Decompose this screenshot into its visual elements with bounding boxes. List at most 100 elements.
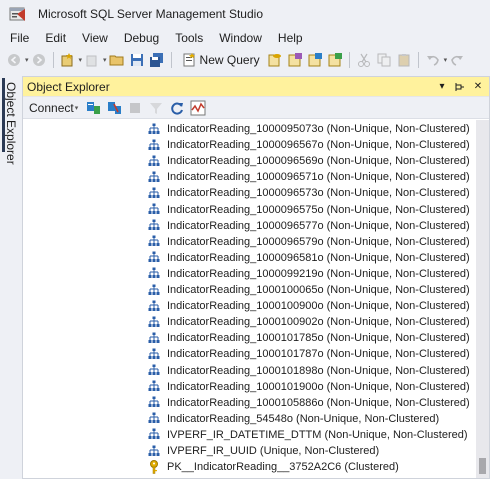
tree-node-index[interactable]: IndicatorReading_1000096573o (Non-Unique… [148, 185, 470, 201]
new-query-label: New Query [199, 53, 260, 67]
menu-window[interactable]: Window [211, 28, 270, 48]
tree-node-index[interactable]: IVPERF_IR_DATETIME_DTTM (Non-Unique, Non… [148, 427, 468, 443]
new-query-button[interactable]: New Query [178, 50, 263, 70]
tree-node-index[interactable]: IndicatorReading_1000096577o (Non-Unique… [148, 218, 470, 234]
tree-node-index[interactable]: IndicatorReading_1000096571o (Non-Unique… [148, 169, 470, 185]
undo-icon[interactable] [425, 50, 441, 70]
disconnect-icon[interactable] [105, 99, 123, 117]
back-dropdown-icon[interactable]: ▾ [25, 56, 29, 64]
index-icon [148, 283, 160, 297]
tree-node-index[interactable]: IndicatorReading_1000099219o (Non-Unique… [148, 266, 470, 282]
scrollbar-thumb[interactable] [479, 458, 486, 474]
tree-node-index[interactable]: IndicatorReading_1000100900o (Non-Unique… [148, 298, 470, 314]
tree-node-index[interactable]: PK__IndicatorReading__3752A2C6 (Clustere… [148, 459, 399, 475]
vertical-scrollbar[interactable] [476, 120, 489, 478]
refresh-icon[interactable] [168, 99, 186, 117]
new-project-dropdown-icon[interactable]: ▾ [79, 56, 83, 64]
tree-node-label: IVPERF_IR_DATETIME_DTTM (Non-Unique, Non… [167, 428, 468, 441]
undo-dropdown-icon[interactable]: ▾ [444, 56, 448, 64]
index-icon [148, 186, 160, 200]
cut-icon[interactable] [356, 50, 372, 70]
tree-node-index[interactable]: IndicatorReading_1000096579o (Non-Unique… [148, 234, 470, 250]
key-icon [148, 460, 160, 474]
tree-node-label: IndicatorReading_1000096581o (Non-Unique… [167, 251, 470, 264]
index-icon [148, 364, 160, 378]
tree-node-label: IndicatorReading_1000096569o (Non-Unique… [167, 155, 470, 168]
object-explorer-header: Object Explorer ▾ ✕ [23, 77, 489, 97]
tree-node-index[interactable]: IndicatorReading_1000096569o (Non-Unique… [148, 153, 470, 169]
tree-node-index[interactable]: IndicatorReading_1000095073o (Non-Unique… [148, 121, 470, 137]
menu-tools[interactable]: Tools [167, 28, 211, 48]
xmla-query-button[interactable] [327, 50, 343, 70]
menu-bar: File Edit View Debug Tools Window Help [0, 28, 490, 48]
toolbar-separator [417, 52, 419, 68]
tree-node-index[interactable]: IndicatorReading_1000100065o (Non-Unique… [148, 282, 470, 298]
mdx-query-button[interactable] [287, 50, 303, 70]
title-bar: Microsoft SQL Server Management Studio [0, 0, 490, 28]
auto-hide-pin-icon[interactable] [453, 80, 467, 94]
dmx-query-button[interactable] [307, 50, 323, 70]
activity-monitor-icon[interactable] [189, 99, 207, 117]
object-explorer-panel: Object Explorer ▾ ✕ Connect ▾ IndicatorR… [22, 76, 490, 479]
tree-node-index[interactable]: IndicatorReading_1000096567o (Non-Unique… [148, 137, 470, 153]
tree-node-index[interactable]: IndicatorReading_1000096581o (Non-Unique… [148, 250, 470, 266]
connect-object-explorer-icon[interactable] [84, 99, 102, 117]
tree-node-index[interactable]: IndicatorReading_1000100902o (Non-Unique… [148, 314, 470, 330]
forward-button[interactable] [31, 50, 47, 70]
menu-view[interactable]: View [74, 28, 116, 48]
filter-icon[interactable] [147, 99, 165, 117]
object-explorer-toolbar: Connect ▾ [23, 97, 489, 119]
close-icon[interactable]: ✕ [471, 80, 485, 94]
open-file-button[interactable] [109, 50, 125, 70]
copy-icon[interactable] [376, 50, 392, 70]
database-query-button[interactable] [267, 50, 283, 70]
back-button[interactable] [6, 50, 22, 70]
index-icon [148, 170, 160, 184]
connect-dropdown-icon[interactable]: ▾ [75, 104, 79, 112]
tree-node-index[interactable]: IndicatorReading_54548o (Non-Unique, Non… [148, 411, 439, 427]
window-title: Microsoft SQL Server Management Studio [38, 7, 263, 21]
redo-icon[interactable] [449, 50, 465, 70]
save-all-button[interactable] [149, 50, 165, 70]
tree-node-index[interactable]: IVPERF_IR_UUID (Unique, Non-Clustered) [148, 443, 379, 459]
stop-icon[interactable] [126, 99, 144, 117]
tree-node-index[interactable]: IndicatorReading_1000101787o (Non-Unique… [148, 346, 470, 362]
tree-node-index[interactable]: IndicatorReading_1000105886o (Non-Unique… [148, 395, 470, 411]
menu-edit[interactable]: Edit [37, 28, 74, 48]
tree-node-index[interactable]: IndicatorReading_1000096575o (Non-Unique… [148, 202, 470, 218]
object-explorer-title: Object Explorer [27, 79, 110, 94]
menu-debug[interactable]: Debug [116, 28, 167, 48]
tree-node-index[interactable]: IndicatorReading_1000101900o (Non-Unique… [148, 379, 470, 395]
tree-node-label: IndicatorReading_1000100902o (Non-Unique… [167, 316, 470, 329]
menu-help[interactable]: Help [270, 28, 311, 48]
toolbar-separator [348, 52, 350, 68]
toolbar-separator [52, 52, 54, 68]
save-button[interactable] [129, 50, 145, 70]
add-item-dropdown-icon[interactable]: ▾ [103, 56, 107, 64]
side-tab-object-explorer[interactable]: Object Explorer [0, 74, 22, 479]
tree-node-index[interactable]: IndicatorReading_1000101898o (Non-Unique… [148, 363, 470, 379]
index-icon [148, 122, 160, 136]
tree-node-label: IndicatorReading_1000100065o (Non-Unique… [167, 284, 470, 296]
index-icon [148, 267, 160, 281]
tree-node-label: IndicatorReading_1000100900o (Non-Unique… [167, 300, 470, 313]
tree-node-label: IndicatorReading_1000099219o (Non-Unique… [167, 267, 470, 280]
menu-file[interactable]: File [2, 28, 37, 48]
window-position-dropdown-icon[interactable]: ▾ [435, 80, 449, 94]
connect-button[interactable]: Connect ▾ [29, 101, 78, 115]
add-item-button[interactable] [84, 50, 100, 70]
index-icon [148, 396, 160, 410]
new-project-button[interactable] [60, 50, 76, 70]
index-icon [148, 315, 160, 329]
tree-node-label: IndicatorReading_1000096575o (Non-Unique… [167, 203, 470, 216]
tree-node-label: IndicatorReading_1000096577o (Non-Unique… [167, 219, 470, 232]
tree-node-label: IndicatorReading_1000101900o (Non-Unique… [167, 380, 470, 393]
tree-node-label: IndicatorReading_1000095073o (Non-Unique… [167, 123, 470, 135]
tree-node-index[interactable]: IndicatorReading_1000101785o (Non-Unique… [148, 330, 470, 346]
index-icon [148, 299, 160, 313]
tree-node-label: IndicatorReading_1000096573o (Non-Unique… [167, 187, 470, 200]
tree-node-label: IndicatorReading_1000096579o (Non-Unique… [167, 235, 470, 248]
paste-icon[interactable] [396, 50, 412, 70]
tree-node-label: IndicatorReading_54548o (Non-Unique, Non… [167, 412, 440, 425]
index-icon [148, 203, 160, 217]
